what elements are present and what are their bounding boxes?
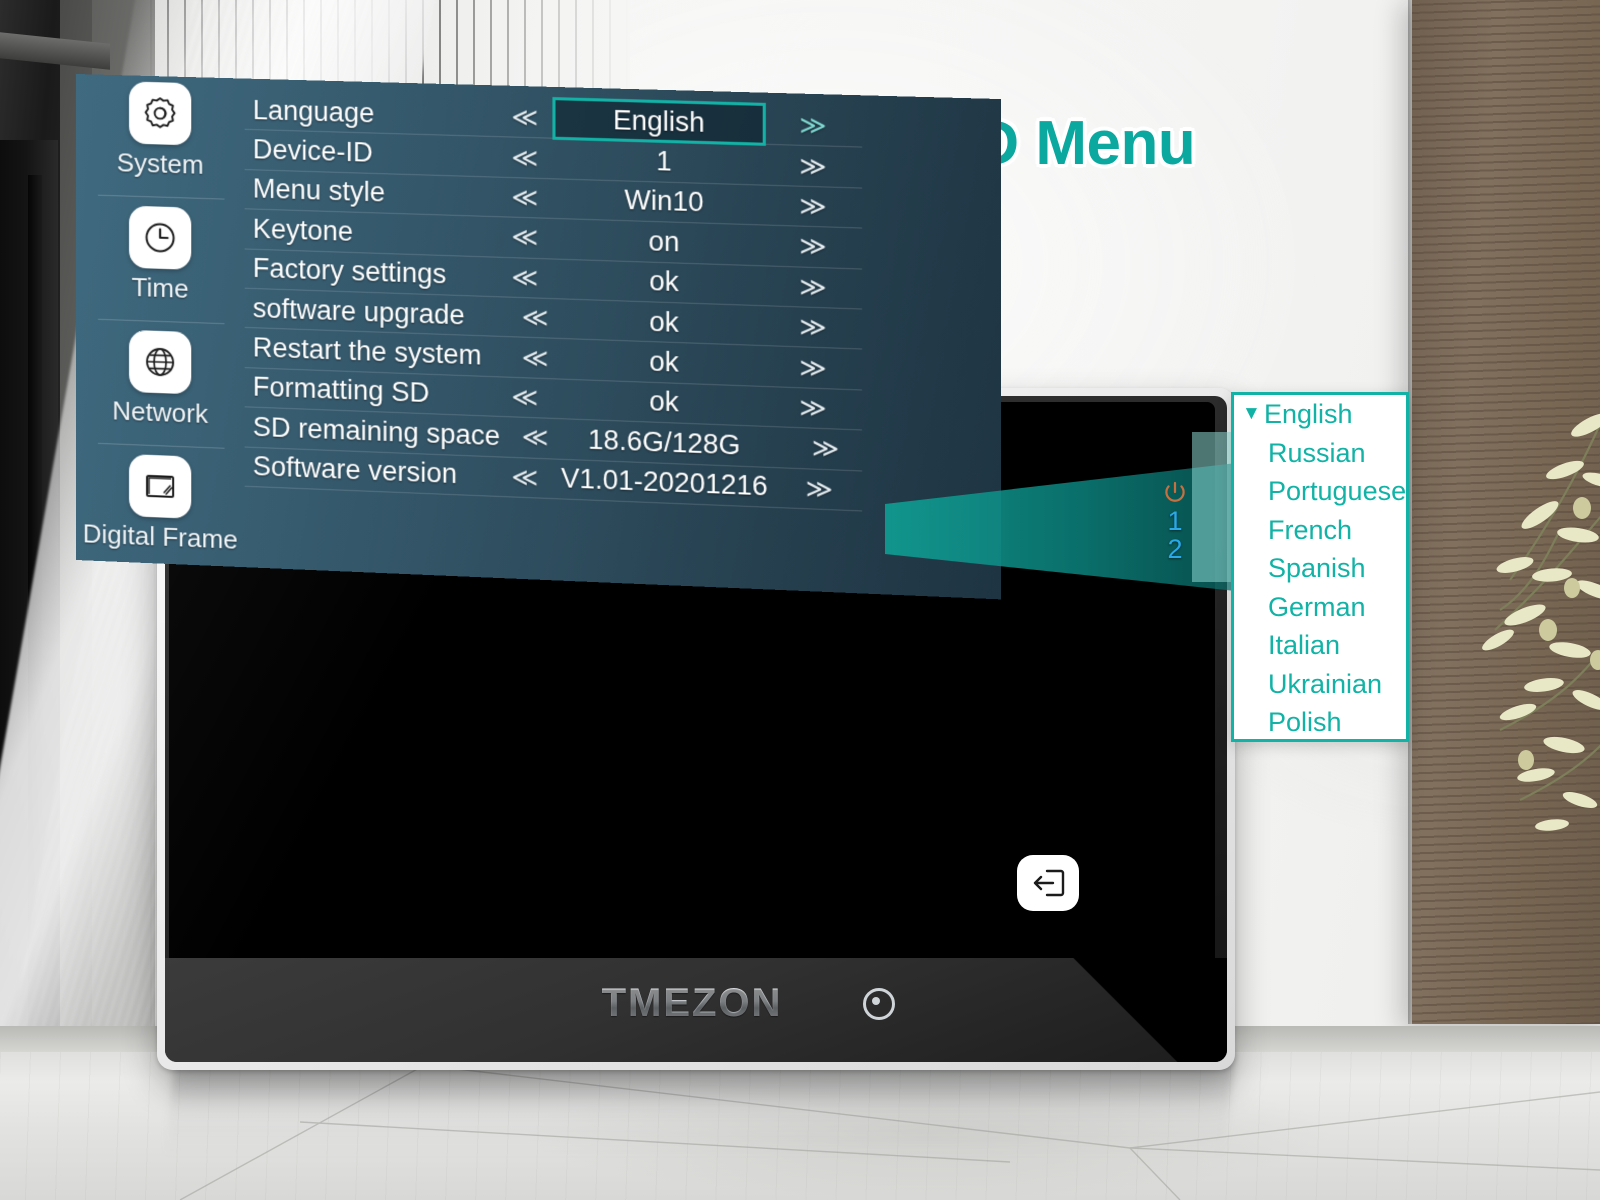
next-arrow-icon[interactable]: ≫ <box>799 271 821 302</box>
osd-row-value: on <box>648 225 680 258</box>
globe-icon <box>129 329 192 395</box>
osd-row-label: Formatting SD <box>252 371 430 409</box>
osd-row-value: ok <box>649 346 679 378</box>
next-arrow-icon[interactable]: ≫ <box>799 392 821 424</box>
prev-arrow-icon[interactable]: ≪ <box>522 302 544 333</box>
language-option-german[interactable]: German <box>1234 588 1406 627</box>
osd-row-label: Device-ID <box>252 134 373 168</box>
language-option-label: Ukrainian <box>1268 668 1383 699</box>
osd-row-label: Language <box>252 94 375 129</box>
next-arrow-icon[interactable]: ≫ <box>806 473 828 505</box>
prev-arrow-icon[interactable]: ≪ <box>511 222 533 253</box>
next-arrow-icon[interactable]: ≫ <box>799 231 821 262</box>
language-option-spanish[interactable]: Spanish <box>1234 549 1406 588</box>
language-option-polish[interactable]: Polish <box>1234 703 1406 742</box>
language-option-label: Italian <box>1268 630 1341 660</box>
osd-menu: System Time Network Digital Frame Langua… <box>76 74 1002 600</box>
sidebar-item-label: Network <box>112 395 209 430</box>
next-arrow-icon[interactable]: ≫ <box>799 110 821 141</box>
status-line-1: 1 <box>1167 506 1183 536</box>
osd-sidebar: System Time Network Digital Frame <box>76 74 245 567</box>
prev-arrow-icon[interactable]: ≪ <box>511 262 533 293</box>
language-option-label: German <box>1268 591 1366 622</box>
osd-row-label: SD remaining space <box>252 411 501 452</box>
language-option-english[interactable]: ▼ English <box>1234 395 1406 434</box>
osd-row-label: software upgrade <box>252 292 465 331</box>
osd-row-value: ok <box>649 386 679 418</box>
sidebar-divider <box>97 318 225 325</box>
exit-button[interactable] <box>1017 855 1079 911</box>
language-option-label: Portuguese <box>1268 476 1407 506</box>
next-arrow-icon[interactable]: ≫ <box>799 352 821 383</box>
exit-icon <box>1033 869 1065 897</box>
sidebar-divider <box>97 442 225 449</box>
olive-branch-decor <box>1440 330 1600 890</box>
language-option-label: Spanish <box>1268 553 1366 583</box>
next-arrow-icon[interactable]: ≫ <box>799 150 821 181</box>
sidebar-item-time[interactable]: Time <box>76 204 245 307</box>
prev-arrow-icon[interactable]: ≪ <box>522 422 544 453</box>
osd-row-label: Restart the system <box>252 332 482 371</box>
prev-arrow-icon[interactable]: ≪ <box>522 342 544 373</box>
sidebar-item-label: Digital Frame <box>82 518 238 555</box>
osd-row-label: Software version <box>252 451 458 490</box>
language-dropdown[interactable]: ▼ English Russian Portuguese French Span… <box>1231 392 1409 742</box>
osd-settings-list: Language ≪ English ≫ Device-ID ≪ 1 ≫ Men… <box>244 90 863 512</box>
language-option-russian[interactable]: Russian <box>1234 434 1406 473</box>
language-option-italian[interactable]: Italian <box>1234 626 1406 665</box>
osd-row-value: Win10 <box>624 184 704 218</box>
language-option-ukrainian[interactable]: Ukrainian <box>1234 665 1406 704</box>
sidebar-divider <box>97 194 225 200</box>
sidebar-item-label: Time <box>131 271 189 304</box>
sidebar-item-network[interactable]: Network <box>76 328 245 431</box>
osd-row-value: V1.01-20201216 <box>560 463 768 502</box>
language-option-label: Polish <box>1268 707 1342 737</box>
osd-row-label: Keytone <box>252 213 354 247</box>
osd-row-value: 18.6G/128G <box>587 424 741 461</box>
gear-icon <box>129 81 192 146</box>
language-option-label: French <box>1268 514 1353 545</box>
osd-row-value: ok <box>649 265 679 298</box>
tmezon-logo-eye <box>863 988 895 1020</box>
language-option-french[interactable]: French <box>1234 511 1406 550</box>
osd-row-value: 1 <box>656 145 672 177</box>
osd-row-value: ok <box>649 306 679 338</box>
next-arrow-icon[interactable]: ≫ <box>812 433 834 465</box>
language-option-label: Russian <box>1268 437 1366 468</box>
prev-arrow-icon[interactable]: ≪ <box>511 382 533 413</box>
scene-root: Multi-languages OSD Menu TMEZON <box>0 0 1600 1200</box>
next-arrow-icon[interactable]: ≫ <box>799 191 821 222</box>
language-option-portuguese[interactable]: Portuguese <box>1234 472 1406 511</box>
sidebar-item-system[interactable]: System <box>76 80 245 182</box>
sidebar-item-label: System <box>116 147 204 180</box>
next-arrow-icon[interactable]: ≫ <box>799 312 821 343</box>
sidebar-item-digital-frame[interactable]: Digital Frame <box>76 452 245 556</box>
language-option-label: English <box>1264 399 1353 429</box>
tmezon-logo: TMEZON <box>165 981 1219 1026</box>
status-line-2: 2 <box>1167 533 1183 564</box>
prev-arrow-icon[interactable]: ≪ <box>511 182 533 213</box>
power-icon <box>1155 478 1195 508</box>
prev-arrow-icon[interactable]: ≪ <box>511 102 533 133</box>
chevron-down-icon: ▼ <box>1242 403 1261 424</box>
osd-row-label: Menu style <box>252 173 386 209</box>
picture-frame-icon <box>129 454 192 519</box>
prev-arrow-icon[interactable]: ≪ <box>511 142 533 173</box>
prev-arrow-icon[interactable]: ≪ <box>511 462 533 493</box>
osd-status-indicators: 1 2 <box>1155 478 1195 563</box>
osd-row-label: Factory settings <box>252 253 447 290</box>
osd-row-value[interactable]: English <box>552 97 766 147</box>
clock-icon <box>129 205 192 270</box>
